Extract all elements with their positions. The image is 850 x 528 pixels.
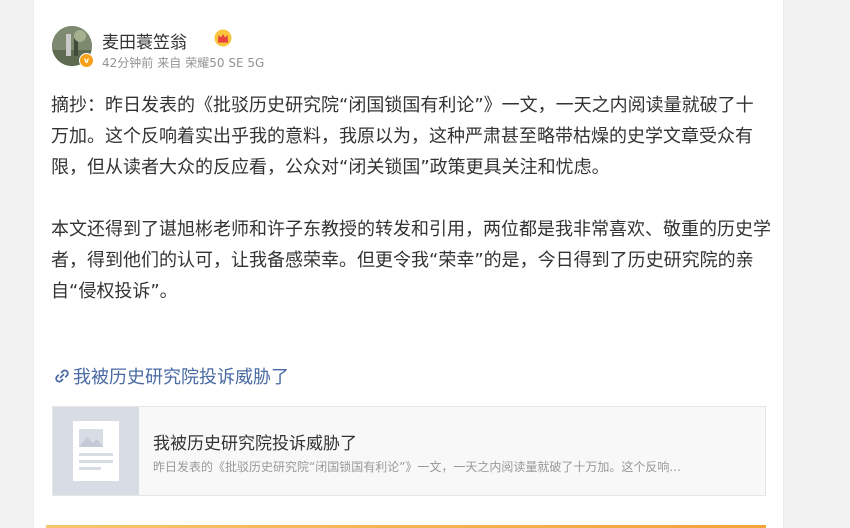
post-paragraph: 摘抄：昨日发表的《批驳历史研究院“闭国锁国有利论”》一文，一天之内阅读量就破了十… — [51, 95, 754, 178]
post-meta: 42分钟前 来自 荣耀50 SE 5G — [102, 54, 268, 71]
weibo-post-card: v 麦田蓑笠翁 42分钟前 来自 荣耀50 SE 5G 摘抄：昨日发表的《批驳历史研… — [33, 0, 784, 528]
post-paragraph: 本文还得到了谌旭彬老师和许子东教授的转发和引用，两位都是我非常喜欢、敬重的历史学… — [51, 219, 771, 302]
article-link-text[interactable]: 我被历史研究院投诉威胁了 — [73, 367, 289, 388]
article-thumbnail — [53, 407, 139, 495]
post-content: 摘抄：昨日发表的《批驳历史研究院“闭国锁国有利论”》一文，一天之内阅读量就破了十… — [51, 90, 771, 307]
article-preview-card[interactable]: 我被历史研究院投诉威胁了 昨日发表的《批驳历史研究院“闭国锁国有利论”》一文，一… — [52, 406, 766, 496]
document-image-icon — [73, 421, 119, 481]
crown-icon[interactable] — [214, 29, 232, 47]
article-title[interactable]: 我被历史研究院投诉威胁了 — [153, 429, 357, 454]
post-time[interactable]: 42分钟前 — [102, 56, 153, 70]
post-header: v 麦田蓑笠翁 42分钟前 来自 荣耀50 SE 5G — [52, 24, 452, 71]
link-icon — [55, 369, 69, 383]
source-prefix: 来自 — [157, 56, 182, 70]
verified-badge-icon: v — [79, 53, 94, 68]
post-source: 荣耀50 SE 5G — [185, 56, 265, 70]
avatar[interactable]: v — [52, 26, 94, 68]
article-link[interactable]: 我被历史研究院投诉威胁了 — [53, 363, 289, 391]
username[interactable]: 麦田蓑笠翁 — [102, 28, 187, 53]
article-description: 昨日发表的《批驳历史研究院“闭国锁国有利论”》一文，一天之内阅读量就破了十万加。… — [153, 460, 681, 474]
